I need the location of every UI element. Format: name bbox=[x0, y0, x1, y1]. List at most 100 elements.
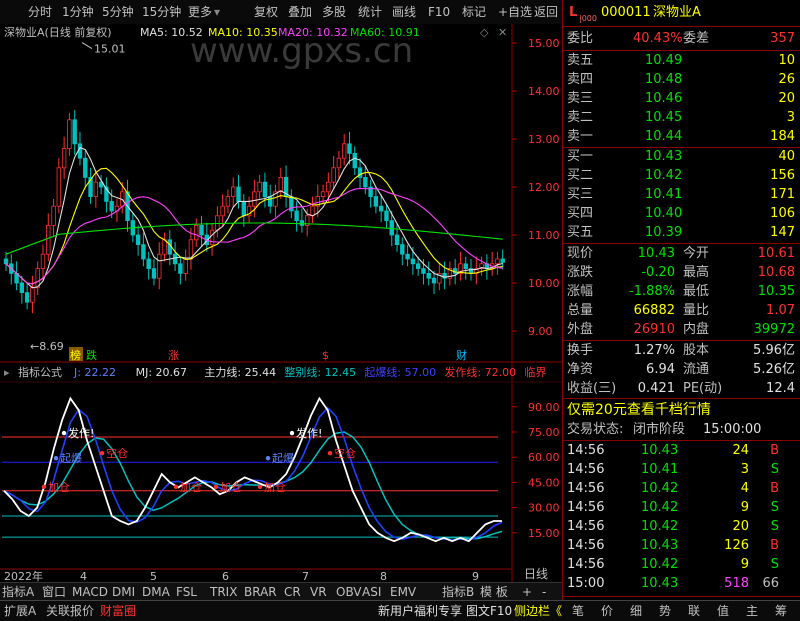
status-f10[interactable]: 图文F10 bbox=[466, 602, 512, 620]
side-tab-3[interactable]: 势 bbox=[659, 602, 671, 620]
side-tab-5[interactable]: 值 bbox=[717, 602, 729, 620]
side-tab-2[interactable]: 细 bbox=[630, 602, 642, 620]
tab-11[interactable]: ASI bbox=[362, 583, 381, 601]
stat-row: 涨幅 -1.88% 最低 10.35 bbox=[567, 283, 799, 301]
side-tab-6[interactable]: 主 bbox=[746, 602, 758, 620]
price-axis-label: 14.00 bbox=[528, 85, 560, 98]
tab-14[interactable]: 模 板 bbox=[480, 583, 508, 601]
stock-chart[interactable]: 15.0014.0013.0012.0011.0010.009.00www.gp… bbox=[0, 24, 562, 582]
side-tab-1[interactable]: 价 bbox=[601, 602, 613, 620]
indicator-annotation: 发作! bbox=[68, 426, 94, 440]
tab-15[interactable]: + bbox=[522, 583, 532, 601]
tab-12[interactable]: EMV bbox=[390, 583, 416, 601]
candle-body bbox=[310, 205, 315, 217]
annotation-dot bbox=[53, 456, 59, 461]
ask-row: 卖二 10.45 3 bbox=[567, 109, 799, 127]
status-related[interactable]: 关联报价 bbox=[46, 602, 94, 620]
bid-volume: 156 bbox=[770, 168, 795, 183]
candle-body bbox=[278, 176, 283, 193]
annotation-dot bbox=[213, 484, 219, 489]
tab-9[interactable]: VR bbox=[310, 583, 327, 601]
toolbar-fuquan[interactable]: 复权 bbox=[254, 4, 278, 20]
toolbar-zixuan[interactable]: +自选 bbox=[498, 4, 532, 20]
tab-8[interactable]: CR bbox=[284, 583, 301, 601]
toolbar-biaoji[interactable]: 标记 bbox=[462, 4, 486, 20]
toolbar-back[interactable]: 返回 bbox=[534, 4, 558, 20]
indicator-annotation: 加仓 bbox=[264, 480, 286, 494]
tab-2[interactable]: MACD bbox=[72, 583, 108, 601]
toolbar-1min[interactable]: 1分钟 bbox=[62, 4, 94, 20]
toolbar-duogu[interactable]: 多股 bbox=[322, 4, 346, 20]
toolbar-fenshi[interactable]: 分时 bbox=[28, 4, 52, 20]
promo-text[interactable]: 仅需20元查看千档行情 bbox=[567, 401, 711, 419]
tab-10[interactable]: OBV bbox=[336, 583, 362, 601]
side-tab-4[interactable]: 联 bbox=[688, 602, 700, 620]
toolbar-15min[interactable]: 15分钟 bbox=[142, 4, 181, 20]
stat-label: 总量 bbox=[567, 303, 594, 318]
toolbar-more[interactable]: 更多 bbox=[188, 4, 212, 20]
tab-4[interactable]: DMA bbox=[142, 583, 170, 601]
ask-price: 10.44 bbox=[645, 129, 683, 144]
candle-body bbox=[431, 277, 437, 284]
ask-row: 卖五 10.49 10 bbox=[567, 52, 799, 70]
legend-ma20: MA20: 10.32 bbox=[278, 26, 348, 39]
ask-price: 10.45 bbox=[645, 110, 683, 125]
status-fortune[interactable]: 财富圈 bbox=[100, 602, 136, 620]
candle-body bbox=[183, 258, 188, 274]
bid-row: 买三 10.41 171 bbox=[567, 186, 799, 204]
status-bar: 扩展A 关联报价 财富圈 新用户福利专享 图文F10 侧边栏《 笔价细势联值主筹 bbox=[0, 600, 800, 621]
candle-body bbox=[30, 287, 35, 303]
tick-volume: 4 bbox=[740, 481, 749, 496]
tab-7[interactable]: BRAR bbox=[244, 583, 277, 601]
event-marker: $ bbox=[322, 349, 329, 362]
side-tab-7[interactable]: 筹 bbox=[775, 602, 787, 620]
stat-row: 总量 66882 量比 1.07 bbox=[567, 302, 799, 320]
status-newuser[interactable]: 新用户福利专享 bbox=[378, 602, 462, 620]
stat2-value: 12.4 bbox=[766, 381, 795, 396]
toolbar-f10[interactable]: F10 bbox=[428, 4, 450, 20]
tick-time: 14:56 bbox=[567, 500, 605, 515]
status-ext[interactable]: 扩展A bbox=[4, 602, 36, 620]
tab-16[interactable]: - bbox=[542, 583, 546, 601]
price-axis-label: 15.00 bbox=[528, 37, 560, 50]
toolbar-huaxian[interactable]: 画线 bbox=[392, 4, 416, 20]
tab-0[interactable]: 指标A bbox=[2, 583, 34, 601]
candle-body bbox=[326, 181, 331, 193]
status-sidebar[interactable]: 侧边栏《 bbox=[514, 602, 562, 620]
tab-6[interactable]: TRIX bbox=[210, 583, 237, 601]
tab-13[interactable]: 指标B bbox=[442, 583, 474, 601]
tick-volume: 9 bbox=[740, 500, 749, 515]
stat2-label: 流通 bbox=[683, 362, 710, 377]
tick-volume: 518 bbox=[724, 576, 749, 591]
tick-time: 14:56 bbox=[567, 481, 605, 496]
bid-row: 买四 10.40 106 bbox=[567, 205, 799, 223]
price-axis-label: 9.00 bbox=[528, 325, 553, 338]
toolbar-diejia[interactable]: 叠加 bbox=[288, 4, 312, 20]
dropdown-arrow-icon[interactable]: ▾ bbox=[214, 4, 220, 20]
candle-body bbox=[426, 272, 431, 279]
stat-label: 涨跌 bbox=[567, 265, 594, 280]
stat2-value: 1.27% bbox=[633, 343, 675, 358]
indicator-axis-label: 45.00 bbox=[528, 476, 560, 489]
candle-body bbox=[46, 224, 51, 255]
quote-header: L |000 000011 深物业A bbox=[567, 4, 799, 23]
candle-body bbox=[331, 167, 336, 183]
toolbar-tongji[interactable]: 统计 bbox=[358, 4, 382, 20]
bid-price: 10.40 bbox=[645, 206, 683, 221]
tab-3[interactable]: DMI bbox=[112, 583, 135, 601]
candle-body bbox=[146, 258, 151, 269]
promo-row[interactable]: 仅需20元查看千档行情 bbox=[567, 401, 799, 419]
tab-1[interactable]: 窗口 bbox=[42, 583, 66, 601]
candle-body bbox=[157, 253, 162, 279]
candle-body bbox=[72, 119, 77, 145]
bid-row: 买一 10.43 40 bbox=[567, 148, 799, 166]
tab-17[interactable]: 日线 bbox=[524, 565, 548, 583]
stat-row: 涨跌 -0.20 最高 10.68 bbox=[567, 264, 799, 282]
event-marker: 财 bbox=[456, 348, 467, 362]
tab-5[interactable]: FSL bbox=[176, 583, 197, 601]
side-tab-0[interactable]: 笔 bbox=[572, 602, 584, 620]
indicator-value: 临界 bbox=[524, 365, 546, 379]
tick-volume: 9 bbox=[740, 557, 749, 572]
toolbar-5min[interactable]: 5分钟 bbox=[102, 4, 134, 20]
candle-body bbox=[341, 143, 347, 159]
